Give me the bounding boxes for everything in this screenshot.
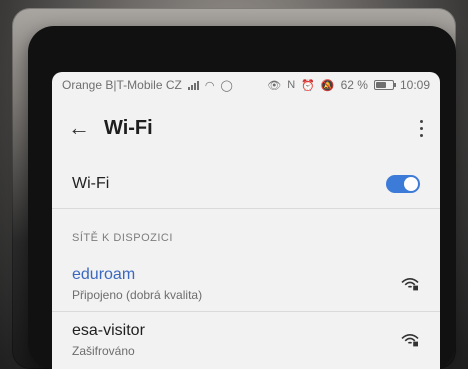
eye-icon: 👁 [267,79,282,92]
app-header: ← Wi-Fi [52,110,440,146]
page-title: Wi-Fi [104,116,153,139]
sync-icon: ◯ [220,79,233,92]
back-button[interactable]: ← [64,114,94,142]
status-right: 👁 N ⏰ 🔕 62 % 10:09 [267,78,430,92]
carrier-text: Orange B|T-Mobile CZ [62,78,182,92]
section-title: SÍTĚ K DISPOZICI [72,232,173,244]
kebab-dot-icon [419,119,423,123]
network-text: eduroam Připojeno (dobrá kvalita) [72,266,202,302]
kebab-dot-icon [419,126,423,130]
network-row-eduroam[interactable]: eduroam Připojeno (dobrá kvalita) [52,260,440,308]
wifi-status-icon: ◠ [204,79,215,92]
mute-icon: 🔕 [320,79,335,92]
battery-percent-text: 62 % [340,78,368,92]
wifi-toggle-switch[interactable] [386,175,420,193]
network-row-esa-visitor[interactable]: esa-visitor Zašifrováno [52,316,440,364]
network-status: Připojeno (dobrá kvalita) [72,288,203,302]
nfc-icon: N [287,79,296,91]
status-left: Orange B|T-Mobile CZ ◠ ◯ [62,78,233,92]
wifi-lock-icon [401,334,419,347]
battery-icon [373,80,396,90]
signal-icon [187,80,199,90]
time-text: 10:09 [399,78,430,92]
network-name: eduroam [72,266,136,283]
divider [52,311,440,312]
phone-screen: Orange B|T-Mobile CZ ◠ ◯ 👁 N ⏰ 🔕 62 % 10… [52,72,440,369]
network-name: esa-visitor [72,322,145,339]
network-status: Zašifrováno [72,344,135,358]
alarm-icon: ⏰ [301,79,315,92]
divider [52,208,440,209]
wifi-lock-icon [401,278,419,291]
wifi-toggle-row[interactable]: Wi-Fi [52,164,440,204]
status-bar: Orange B|T-Mobile CZ ◠ ◯ 👁 N ⏰ 🔕 62 % 10… [52,72,440,98]
arrow-left-icon: ← [68,115,90,140]
more-options-button[interactable] [412,114,430,142]
network-text: esa-visitor Zašifrováno [72,322,145,358]
kebab-dot-icon [419,133,423,137]
wifi-toggle-label: Wi-Fi [72,175,110,192]
